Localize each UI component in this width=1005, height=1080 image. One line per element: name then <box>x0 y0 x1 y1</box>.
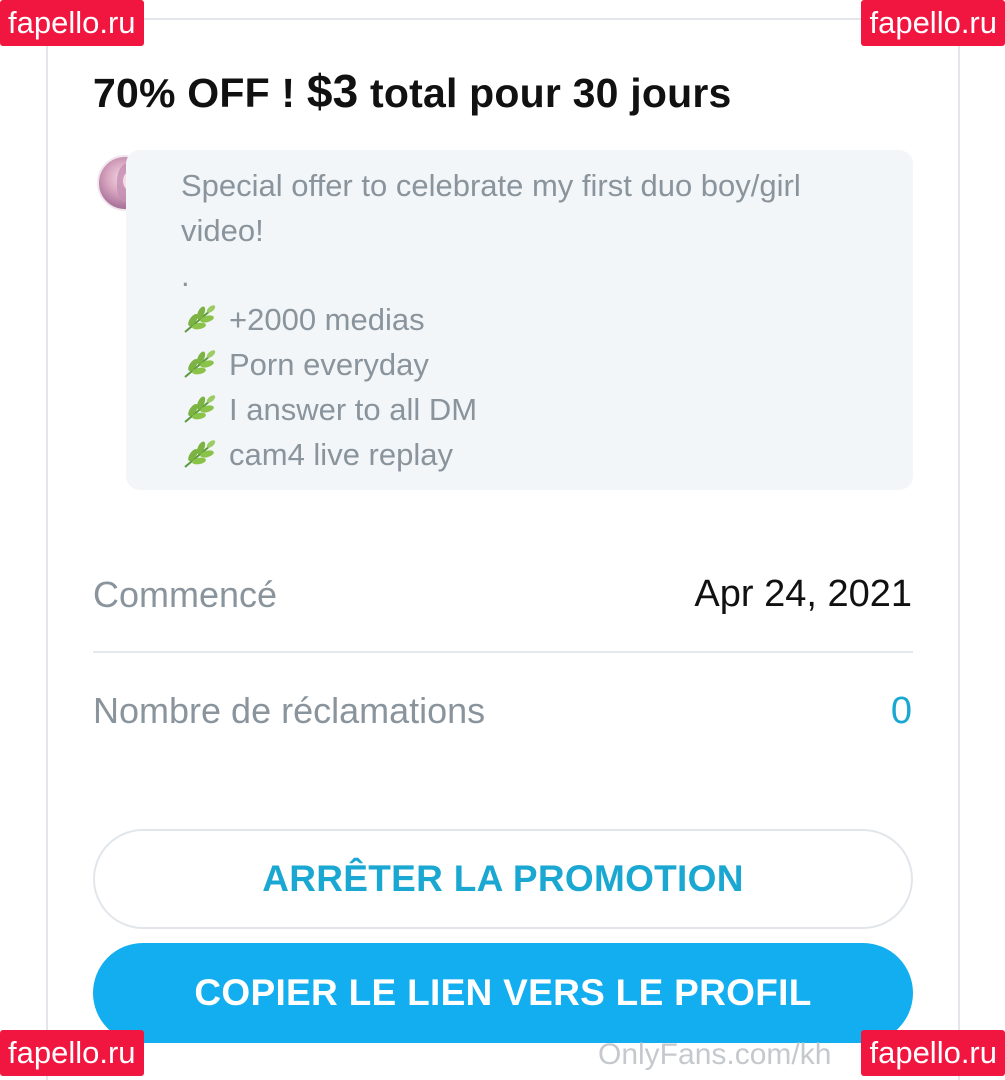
bullet-text: +2000 medias <box>229 302 425 338</box>
promotion-screen: 70% OFF ! $3 total pour 30 jours Special… <box>0 0 1005 1080</box>
herb-leaf-icon <box>184 395 216 423</box>
message-bullet: cam4 live replay <box>181 433 901 478</box>
watermark: OnlyFans.com/kh <box>598 1038 832 1071</box>
site-badge: fapello.ru <box>0 0 144 46</box>
bullet-text: cam4 live replay <box>229 436 453 472</box>
message-bullet: +2000 medias <box>181 298 901 343</box>
stop-promotion-button[interactable]: ARRÊTER LA PROMOTION <box>93 829 913 929</box>
herb-leaf-icon <box>184 440 216 468</box>
herb-leaf-icon <box>184 350 216 378</box>
promotion-title: 70% OFF ! $3 total pour 30 jours <box>93 64 913 118</box>
claims-count: 0 <box>890 690 912 732</box>
message-bullet: I answer to all DM <box>181 388 901 433</box>
message-bullet: Porn everyday <box>181 343 901 388</box>
title-duration: total pour 30 jours <box>358 70 732 116</box>
site-badge: fapello.ru <box>861 1030 1005 1076</box>
claims-label: Nombre de réclamations <box>93 690 486 731</box>
title-price: $3 <box>306 65 359 117</box>
message-line: video! <box>181 212 264 248</box>
site-badge: fapello.ru <box>0 1030 144 1076</box>
message-line: Special offer to celebrate my first duo … <box>181 168 801 203</box>
copy-profile-link-button[interactable]: COPIER LE LIEN VERS LE PROFIL <box>93 943 913 1043</box>
promotion-message: Special offer to celebrate my first duo … <box>181 164 901 478</box>
started-label: Commencé <box>93 574 278 615</box>
divider <box>93 651 913 653</box>
bullet-text: Porn everyday <box>229 347 429 383</box>
title-discount: 70% OFF ! <box>93 70 307 116</box>
bullet-text: I answer to all DM <box>229 391 478 427</box>
started-value: Apr 24, 2021 <box>694 573 912 615</box>
site-badge: fapello.ru <box>861 0 1005 46</box>
message-line: . <box>181 257 190 293</box>
herb-leaf-icon <box>184 305 216 334</box>
